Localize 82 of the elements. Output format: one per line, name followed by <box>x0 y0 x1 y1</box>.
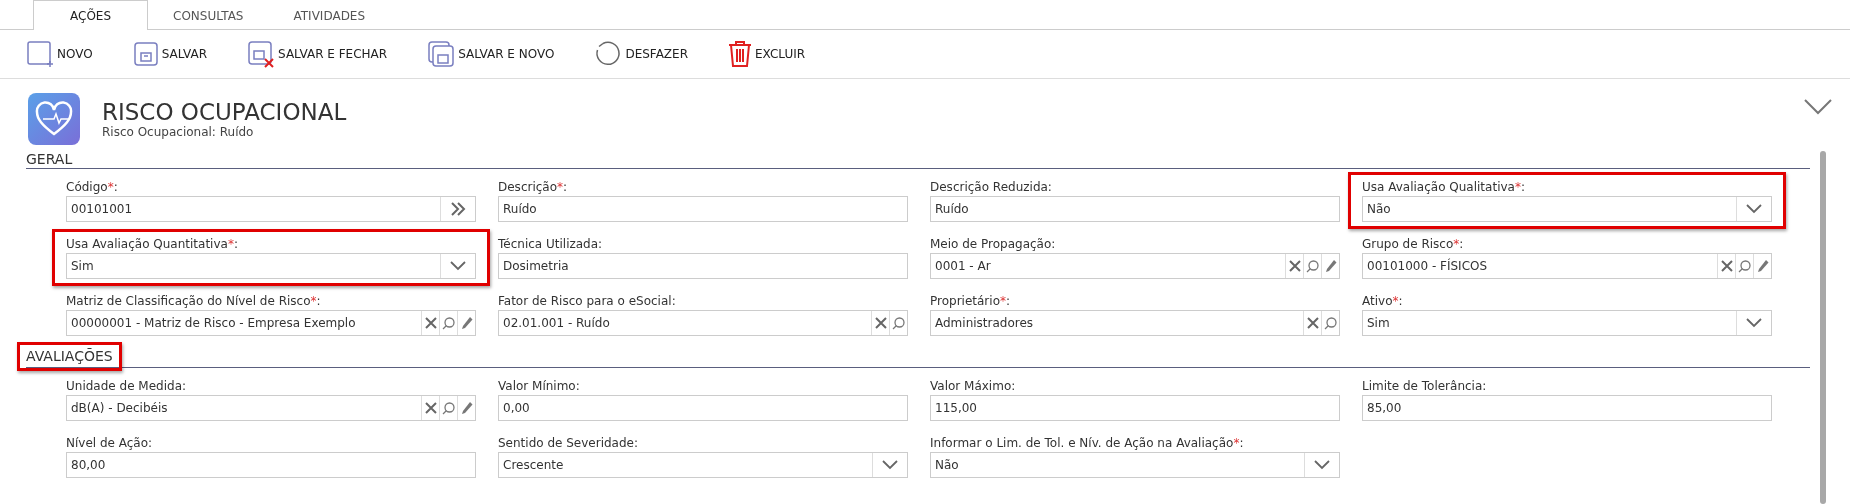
pencil-icon[interactable] <box>460 401 473 415</box>
field-label: Código*: <box>66 179 119 196</box>
pencil-icon[interactable] <box>460 316 473 330</box>
search-icon[interactable] <box>1306 259 1319 273</box>
chevron-down-icon[interactable] <box>1804 99 1832 115</box>
trash-icon <box>728 40 752 68</box>
page-title: RISCO OCUPACIONAL <box>102 99 347 125</box>
field-label: Matriz de Classificação do Nível de Risco*: <box>66 293 322 310</box>
field-label: Meio de Propagação: <box>930 236 1057 253</box>
search-icon[interactable] <box>1738 259 1751 273</box>
chevron-down-icon[interactable] <box>1746 204 1762 214</box>
lookup-field[interactable]: dB(A) - Decibéis <box>66 395 476 421</box>
lookup-field[interactable]: Administradores <box>930 310 1340 336</box>
chevron-down-icon[interactable] <box>1746 318 1762 328</box>
lookup-field[interactable]: 02.01.001 - Ruído <box>498 310 908 336</box>
input-field[interactable]: 85,00 <box>1362 395 1772 421</box>
tab[interactable]: AÇÕES <box>33 0 149 30</box>
field-label: Ativo*: <box>1362 293 1404 310</box>
field-label: Usa Avaliação Qualitativa*: <box>1362 179 1526 196</box>
input-field[interactable]: 115,00 <box>930 395 1340 421</box>
save-close-icon <box>247 40 276 68</box>
page-subtitle: Risco Ocupacional: Ruído <box>102 125 255 139</box>
tab[interactable]: ATIVIDADES <box>268 0 391 30</box>
clear-icon[interactable] <box>1288 260 1301 272</box>
clear-icon[interactable] <box>424 402 437 414</box>
undo-icon <box>594 40 623 68</box>
dropdown[interactable]: Sim <box>66 253 476 279</box>
clear-icon[interactable] <box>1720 260 1733 272</box>
toolbar-button[interactable]: SALVAR E NOVO <box>427 40 555 68</box>
chevron-down-icon[interactable] <box>450 261 466 271</box>
dropdown[interactable]: Crescente <box>498 452 908 478</box>
toolbar-button[interactable]: EXCLUIR <box>728 40 806 68</box>
field-label: Proprietário*: <box>930 293 1012 310</box>
input-field[interactable]: Dosimetria <box>498 253 908 279</box>
dropdown[interactable]: Sim <box>1362 310 1772 336</box>
field-label: Descrição Reduzida: <box>930 179 1053 196</box>
toolbar-button[interactable]: SALVAR E FECHAR <box>247 40 388 68</box>
save-copy-icon <box>427 40 456 68</box>
input-field[interactable]: 00101001 <box>66 196 476 222</box>
save-icon <box>132 41 159 67</box>
lookup-field[interactable]: 00101000 - FÍSICOS <box>1362 253 1772 279</box>
input-field[interactable]: Ruído <box>498 196 908 222</box>
toolbar-button[interactable]: DESFAZER <box>594 40 688 68</box>
search-icon[interactable] <box>442 401 455 415</box>
dropdown[interactable]: Não <box>1362 196 1772 222</box>
heart-monitor-icon <box>28 93 80 145</box>
search-icon[interactable] <box>1324 316 1337 330</box>
input-field[interactable]: 0,00 <box>498 395 908 421</box>
search-icon[interactable] <box>892 316 905 330</box>
tab[interactable]: CONSULTAS <box>148 0 269 30</box>
field-label: Grupo de Risco*: <box>1362 236 1465 253</box>
toolbar-button[interactable]: NOVO <box>26 40 93 68</box>
field-label: Fator de Risco para o eSocial: <box>498 293 677 310</box>
field-label: Usa Avaliação Quantitativa*: <box>66 236 239 253</box>
field-label: Sentido de Severidade: <box>498 435 639 452</box>
field-label: Nível de Ação: <box>66 435 154 452</box>
chevron-down-icon[interactable] <box>1314 460 1330 470</box>
dropdown[interactable]: Não <box>930 452 1340 478</box>
lookup-field[interactable]: 00000001 - Matriz de Risco - Empresa Exemplo <box>66 310 476 336</box>
field-label: Descrição*: <box>498 179 569 196</box>
field-label: Valor Mínimo: <box>498 378 581 395</box>
new-document-icon <box>26 40 54 68</box>
pencil-icon[interactable] <box>1324 259 1337 273</box>
clear-icon[interactable] <box>1306 317 1319 329</box>
field-label: Valor Máximo: <box>930 378 1017 395</box>
field-label: Informar o Lim. de Tol. e Nív. de Ação na Avaliação*: <box>930 435 1245 452</box>
field-label: Unidade de Medida: <box>66 378 188 395</box>
pencil-icon[interactable] <box>1756 259 1769 273</box>
section-title: AVALIAÇÕES <box>17 342 122 371</box>
toolbar-button[interactable]: SALVAR <box>132 41 208 67</box>
input-field[interactable]: 80,00 <box>66 452 476 478</box>
field-label: Limite de Tolerância: <box>1362 378 1488 395</box>
field-label: Técnica Utilizada: <box>498 236 604 253</box>
input-field[interactable]: Ruído <box>930 196 1340 222</box>
chevron-down-icon[interactable] <box>882 460 898 470</box>
search-icon[interactable] <box>442 316 455 330</box>
lookup-field[interactable]: 0001 - Ar <box>930 253 1340 279</box>
clear-icon[interactable] <box>424 317 437 329</box>
section-title: GERAL <box>26 151 73 168</box>
scrollbar[interactable] <box>1820 151 1826 504</box>
clear-icon[interactable] <box>874 317 887 329</box>
double-chevron-icon[interactable] <box>450 202 466 216</box>
